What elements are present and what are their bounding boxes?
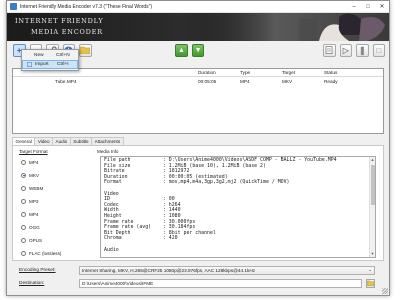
play-icon: ▷ [342,45,349,55]
column-header-target[interactable]: Target [280,69,322,76]
settings-tabs: General Video Audio Subtitle Attachments [12,137,124,145]
tab-audio[interactable]: Audio [52,137,71,145]
folder-icon [367,280,374,286]
format-option-label: WEBM [29,185,44,191]
folder-icon [80,46,91,54]
resize-grip-icon[interactable] [382,288,388,294]
format-option-mp4[interactable]: MP4 [21,158,38,166]
scroll-up-icon[interactable]: ▲ [370,157,375,163]
format-option-label: MP4 [29,159,39,165]
play-button[interactable]: ▷ [339,43,353,57]
menu-item-label: Import [35,62,49,67]
format-option-label: OGG [29,224,40,230]
destination-label: Destination: [19,280,45,286]
table-row[interactable]: Tube.MP4 00:05:05 MP4 MKV Ready [13,77,383,85]
stop-icon: □ [376,45,382,55]
media-info-label: Media Info [97,149,119,154]
tab-video[interactable]: Video [34,137,54,145]
banner-line-1: Internet Friendly [15,17,104,25]
column-header-duration[interactable]: Duration [196,69,238,76]
browse-destination-button[interactable] [366,278,375,288]
column-header-status[interactable]: Status [322,69,382,76]
format-option-label: FLAC (lossless) [29,250,62,256]
menu-item-new[interactable]: New Ctrl+N [22,51,78,60]
file-queue-list[interactable]: Duration Type Target Status Tube.MP4 00:… [12,68,384,134]
app-banner: Internet Friendly Media Encoder [7,13,389,41]
file-type: MP4 [240,78,250,84]
radio-button[interactable] [21,250,26,256]
tab-general[interactable]: General [12,137,36,145]
radio-button[interactable] [21,159,26,165]
format-option-label: MP4 [29,211,39,217]
banner-line-2: Media Encoder [31,28,103,36]
format-option-mp3[interactable]: MP3 [21,197,38,205]
format-option-opus[interactable]: OPUS [21,236,42,244]
banner-title: Internet Friendly Media Encoder [15,16,103,38]
radio-button[interactable] [21,237,26,243]
media-info-text: File path : D:\Users\Anime4000\Videos\AS… [104,157,337,253]
radio-button[interactable] [21,211,26,217]
file-duration: 00:05:05 [198,78,217,84]
radio-button[interactable] [21,198,26,204]
banner-artwork [199,13,389,41]
add-dropdown-menu: New Ctrl+N Import Ctrl+I [21,49,79,71]
format-option-flac[interactable]: FLAC (lossless) [21,249,61,257]
media-info-box[interactable]: File path : D:\Users\Anime4000\Videos\AS… [100,156,376,258]
pause-button[interactable]: ❚ [356,43,369,57]
column-header-type[interactable]: Type [238,69,280,76]
log-button[interactable] [323,43,336,57]
encoding-preset-value: Internet Sharing, MKV, H.265@CRF25 1080p… [82,267,256,273]
menu-item-import[interactable]: Import Ctrl+I [22,60,78,69]
scroll-down-icon[interactable]: ▼ [370,251,375,257]
destination-row: Destination: D:\Users\Anime4000\Videos\I… [19,278,375,288]
encoding-preset-label: Encoding Preset: [19,267,56,273]
format-option-mkv[interactable]: MKV [21,171,39,179]
menu-item-shortcut: Ctrl+I [57,62,69,67]
destination-value: D:\Users\Anime4000\Videos\IFME [82,280,154,286]
app-icon [10,3,17,10]
move-up-button[interactable]: ▲ [175,43,188,57]
app-window: Internet Friendly Media Encoder v7.3 ("T… [6,0,390,296]
new-file-icon [26,53,31,58]
menu-item-label: New [34,53,44,58]
format-option-webm[interactable]: WEBM [21,184,43,192]
chevron-down-icon: ⌄ [368,267,372,272]
menu-item-shortcut: Ctrl+N [56,53,70,58]
format-option-label: MP3 [29,198,39,204]
scrollbar-thumb[interactable] [371,165,375,205]
title-bar[interactable]: Internet Friendly Media Encoder v7.3 ("T… [7,1,389,13]
close-icon[interactable]: ✕ [375,1,389,13]
tab-subtitle[interactable]: Subtitle [69,137,93,145]
encoding-preset-row: Encoding Preset: Internet Sharing, MKV, … [19,265,375,275]
minimize-icon[interactable]: – [347,1,361,13]
window-controls: – □ ✕ [347,1,389,13]
window-title: Internet Friendly Media Encoder v7.3 ("T… [20,3,153,10]
move-down-icon: ▼ [194,46,202,54]
move-up-icon: ▲ [178,46,185,54]
log-icon [325,46,333,54]
target-format-label: Target Format [19,149,48,154]
format-option-ogg[interactable]: OGG [21,223,40,231]
file-status: Ready [324,78,338,84]
radio-button[interactable] [21,224,26,230]
format-option-mp4-audio[interactable]: MP4 [21,210,38,218]
radio-button[interactable] [21,185,26,191]
media-info-scrollbar[interactable]: ▲ ▼ [369,157,375,257]
file-name: Tube.MP4 [55,78,77,84]
maximize-icon[interactable]: □ [361,1,375,13]
general-tab-panel: Target Format MP4 MKV WEBM MP3 MP4 OGG O… [12,145,384,261]
stop-button[interactable]: □ [372,43,386,57]
format-option-label: MKV [29,172,39,178]
radio-button[interactable] [21,172,26,178]
move-down-button[interactable]: ▼ [191,43,205,57]
pause-icon: ❚ [358,45,366,55]
import-icon [27,62,32,67]
file-target: MKV [282,78,293,84]
encoding-preset-select[interactable]: Internet Sharing, MKV, H.265@CRF25 1080p… [79,265,375,275]
format-option-label: OPUS [29,237,43,243]
destination-input[interactable]: D:\Users\Anime4000\Videos\IFME [79,278,362,288]
folder-button[interactable] [79,43,92,57]
tab-attachments[interactable]: Attachments [91,137,124,145]
